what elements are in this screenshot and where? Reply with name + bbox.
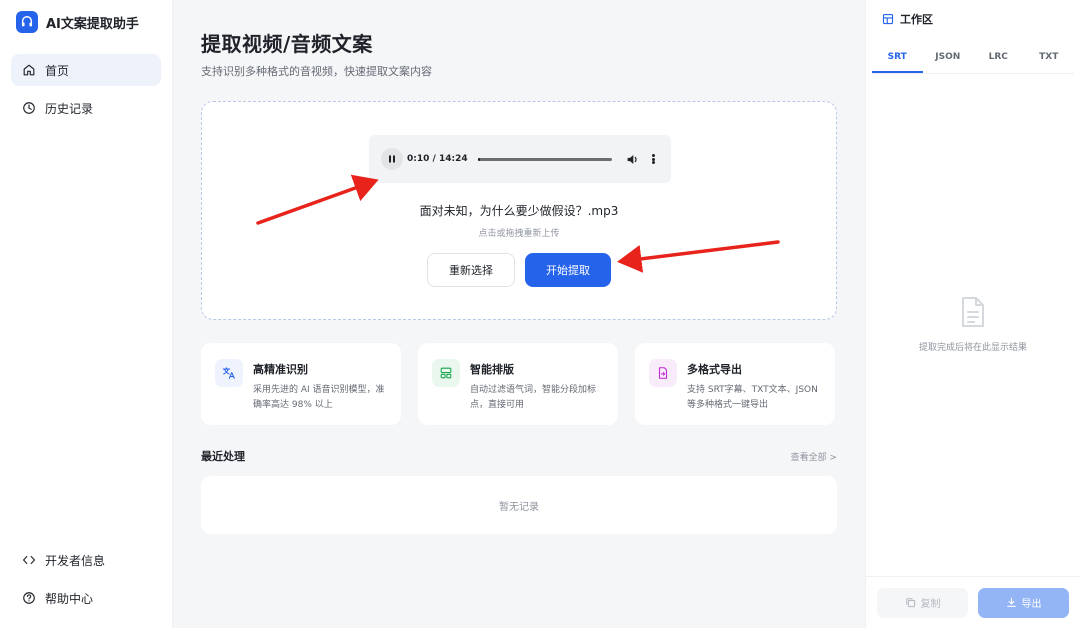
reselect-button[interactable]: 重新选择 xyxy=(427,253,515,287)
format-tabs: SRT JSON LRC TXT xyxy=(872,46,1074,74)
help-icon xyxy=(21,590,37,606)
upload-dropzone[interactable]: 0:10 / 14:24 面对未知，为什么要少做假设？.mp3 点击或拖拽重新上… xyxy=(201,101,837,320)
recent-title: 最近处理 xyxy=(201,450,245,463)
tab-txt[interactable]: TXT xyxy=(1024,46,1075,73)
export-label: 导出 xyxy=(1021,599,1042,610)
page-subtitle: 支持识别多种格式的音视频，快速提取文案内容 xyxy=(201,65,432,78)
volume-button[interactable] xyxy=(626,152,640,166)
document-icon xyxy=(962,297,984,327)
file-name: 面对未知，为什么要少做假设？.mp3 xyxy=(419,204,619,218)
playback-time: 0:10 / 14:24 xyxy=(407,154,468,164)
tab-srt[interactable]: SRT xyxy=(872,46,923,73)
upload-actions: 重新选择 开始提取 xyxy=(202,253,836,287)
workspace-header: 工作区 xyxy=(866,0,1080,38)
pause-icon xyxy=(389,155,395,163)
feature-title: 多格式导出 xyxy=(687,363,742,376)
feature-title: 智能排版 xyxy=(470,363,514,376)
start-extract-button[interactable]: 开始提取 xyxy=(525,253,611,287)
tab-lrc[interactable]: LRC xyxy=(973,46,1024,73)
copy-button[interactable]: 复制 xyxy=(877,587,968,618)
home-icon xyxy=(21,62,37,78)
workspace-footer: 复制 导出 xyxy=(866,576,1080,628)
sidebar-item-label: 首页 xyxy=(45,63,70,78)
more-options-icon[interactable] xyxy=(650,152,658,166)
app-window: AI文案提取助手 首页 历史记录 开发者信息 帮助中心 提取视频/音频文案 支持… xyxy=(0,0,1080,628)
recent-header: 最近处理 查看全部 > xyxy=(201,448,837,464)
sidebar-item-label: 帮助中心 xyxy=(45,591,94,606)
feature-title: 高精准识别 xyxy=(253,363,308,376)
app-logo-icon xyxy=(16,11,38,33)
page-title: 提取视频/音频文案 xyxy=(201,32,373,56)
workspace-panel: 工作区 SRT JSON LRC TXT 提取完成后将在此显示结果 复制 导出 xyxy=(865,0,1080,628)
feature-card-export: 多格式导出 支持 SRT字幕、TXT文本、JSON 等多种格式一键导出 xyxy=(635,343,835,425)
sidebar-item-label: 开发者信息 xyxy=(45,553,106,568)
code-icon xyxy=(21,552,37,568)
volume-icon xyxy=(627,154,637,164)
app-title: AI文案提取助手 xyxy=(46,16,139,32)
download-icon xyxy=(1006,597,1016,607)
sidebar-item-history[interactable]: 历史记录 xyxy=(11,92,161,124)
copy-label: 复制 xyxy=(920,599,941,610)
copy-icon xyxy=(905,598,915,608)
feature-card-layout: 智能排版 自动过滤语气词，智能分段加标点，直接可用 xyxy=(418,343,618,425)
export-button[interactable]: 导出 xyxy=(978,587,1069,618)
sidebar: AI文案提取助手 首页 历史记录 开发者信息 帮助中心 xyxy=(0,0,173,628)
sidebar-nav: 首页 历史记录 xyxy=(0,44,172,124)
pause-button[interactable] xyxy=(381,148,403,170)
seek-slider[interactable] xyxy=(477,157,612,161)
reupload-hint[interactable]: 点击或拖拽重新上传 xyxy=(202,226,836,239)
brand: AI文案提取助手 xyxy=(0,0,172,44)
translate-icon xyxy=(215,359,243,387)
workspace-empty-state: 提取完成后将在此显示结果 xyxy=(866,296,1080,353)
feature-desc: 自动过滤语气词，智能分段加标点，直接可用 xyxy=(470,385,597,410)
feature-cards: 高精准识别 采用先进的 AI 语音识别模型，准确率高达 98% 以上 智能排版 … xyxy=(201,343,837,425)
sidebar-item-developer[interactable]: 开发者信息 xyxy=(11,544,161,576)
sidebar-item-home[interactable]: 首页 xyxy=(11,54,161,86)
seek-progress xyxy=(477,157,481,161)
feature-desc: 支持 SRT字幕、TXT文本、JSON 等多种格式一键导出 xyxy=(687,385,818,410)
workspace-title: 工作区 xyxy=(900,13,933,26)
history-icon xyxy=(21,100,37,116)
layout-icon xyxy=(432,359,460,387)
sidebar-bottom: 开发者信息 帮助中心 xyxy=(11,544,161,620)
recent-list-empty: 暂无记录 xyxy=(201,476,837,534)
workspace-empty-text: 提取完成后将在此显示结果 xyxy=(918,343,1027,353)
feature-card-accuracy: 高精准识别 采用先进的 AI 语音识别模型，准确率高达 98% 以上 xyxy=(201,343,401,425)
export-file-icon xyxy=(649,359,677,387)
view-all-link[interactable]: 查看全部 > xyxy=(791,450,837,463)
sidebar-item-help[interactable]: 帮助中心 xyxy=(11,582,161,614)
tab-json[interactable]: JSON xyxy=(923,46,974,73)
audio-player: 0:10 / 14:24 xyxy=(369,135,671,183)
sidebar-item-label: 历史记录 xyxy=(45,101,94,116)
workspace-icon xyxy=(882,13,894,25)
feature-desc: 采用先进的 AI 语音识别模型，准确率高达 98% 以上 xyxy=(253,385,385,410)
main-content: 提取视频/音频文案 支持识别多种格式的音视频，快速提取文案内容 0:10 / 1… xyxy=(173,0,865,628)
